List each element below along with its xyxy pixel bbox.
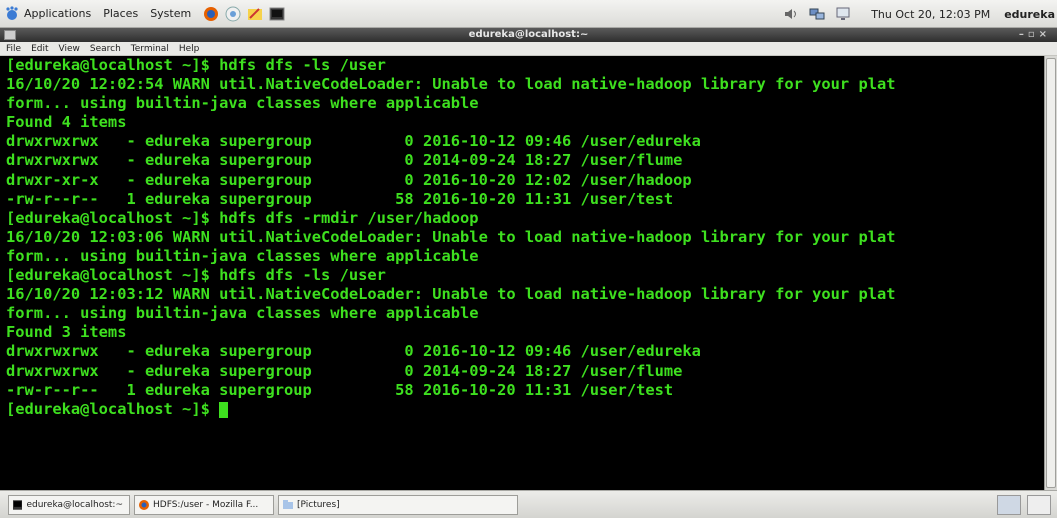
workspace-1[interactable] [997, 495, 1021, 515]
menu-file[interactable]: File [6, 44, 21, 54]
taskbar-label: edureka@localhost:~ [26, 499, 123, 510]
folder-icon [283, 499, 293, 509]
terminal-line: -rw-r--r-- 1 edureka supergroup 58 2016-… [6, 380, 674, 399]
terminal-line: form... using builtin-java classes where… [6, 246, 479, 265]
terminal-line: Found 3 items [6, 323, 127, 342]
taskbar-item-terminal[interactable]: edureka@localhost:~ [8, 494, 130, 515]
menu-terminal[interactable]: Terminal [131, 44, 169, 54]
terminal-line: drwxrwxrwx - edureka supergroup 0 2014-0… [6, 151, 683, 170]
terminal-line: form... using builtin-java classes where… [6, 304, 479, 323]
menu-view[interactable]: View [59, 44, 80, 54]
terminal-scrollbar[interactable] [1044, 56, 1057, 490]
clock[interactable]: Thu Oct 20, 12:03 PM [871, 8, 990, 21]
terminal-launcher-icon[interactable] [269, 6, 285, 22]
terminal-prompt-line[interactable]: [edureka@localhost ~]$ [0, 400, 1044, 419]
menu-applications[interactable]: Applications [24, 7, 91, 20]
workspace-switcher [991, 495, 1051, 515]
firefox-launcher-icon[interactable] [203, 6, 219, 22]
taskbar-item-pictures[interactable]: [Pictures] [278, 494, 518, 515]
taskbar-label: [Pictures] [297, 499, 340, 510]
scrollbar-thumb[interactable] [1046, 58, 1056, 488]
terminal-line: [edureka@localhost ~]$ hdfs dfs -rmdir /… [6, 208, 479, 227]
terminal-line: drwxrwxrwx - edureka supergroup 0 2016-1… [6, 342, 701, 361]
top-panel: Applications Places System Thu Oct 20, 1… [0, 0, 1057, 28]
workspace-2[interactable] [1027, 495, 1051, 515]
maximize-icon[interactable]: ▫ [1028, 29, 1039, 40]
taskbar-item-firefox[interactable]: HDFS:/user - Mozilla F... [134, 494, 274, 515]
panel-menus: Applications Places System [0, 5, 291, 22]
terminal-line: [edureka@localhost ~]$ hdfs dfs -ls /use… [6, 56, 386, 74]
minimize-icon[interactable]: – [1019, 29, 1028, 40]
terminal-line: drwxrwxrwx - edureka supergroup 0 2014-0… [6, 361, 683, 380]
firefox-icon [139, 499, 149, 510]
terminal-output[interactable]: [edureka@localhost ~]$ hdfs dfs -ls /use… [0, 56, 1044, 490]
panel-tray: Thu Oct 20, 12:03 PM edureka [783, 0, 1057, 28]
help-launcher-icon[interactable] [225, 6, 241, 22]
menu-places[interactable]: Places [103, 7, 138, 20]
terminal-line: Found 4 items [6, 113, 127, 132]
gnome-foot-icon [6, 5, 18, 20]
display-icon[interactable] [835, 6, 851, 22]
terminal-cursor [219, 401, 229, 418]
taskbar-label: HDFS:/user - Mozilla F... [153, 499, 259, 510]
window-titlebar[interactable]: edureka@localhost:~ –▫× [0, 28, 1057, 42]
close-icon[interactable]: × [1039, 29, 1051, 40]
user-menu[interactable]: edureka [1004, 8, 1055, 21]
menu-search[interactable]: Search [90, 44, 121, 54]
terminal-menubar: File Edit View Search Terminal Help [0, 42, 1057, 56]
window-title: edureka@localhost:~ [468, 29, 589, 40]
menu-edit[interactable]: Edit [31, 44, 48, 54]
menu-system[interactable]: System [150, 7, 191, 20]
terminal-line: 16/10/20 12:03:12 WARN util.NativeCodeLo… [6, 285, 896, 304]
window-controls: –▫× [1019, 28, 1051, 42]
network-icon[interactable] [809, 6, 825, 22]
terminal-line: drwxrwxrwx - edureka supergroup 0 2016-1… [6, 132, 701, 151]
window-menu-icon[interactable] [4, 30, 16, 40]
terminal-line: 16/10/20 12:02:54 WARN util.NativeCodeLo… [6, 75, 896, 94]
terminal-line: [edureka@localhost ~]$ hdfs dfs -ls /use… [6, 266, 386, 285]
terminal-icon [13, 499, 23, 510]
volume-icon[interactable] [783, 6, 799, 22]
notes-launcher-icon[interactable] [247, 6, 263, 22]
menu-help[interactable]: Help [179, 44, 200, 54]
terminal-line: form... using builtin-java classes where… [6, 94, 479, 113]
terminal-prompt: [edureka@localhost ~]$ [6, 399, 220, 418]
bottom-panel: edureka@localhost:~ HDFS:/user - Mozilla… [0, 490, 1057, 518]
terminal-line: 16/10/20 12:03:06 WARN util.NativeCodeLo… [6, 227, 896, 246]
terminal-line: drwxr-xr-x - edureka supergroup 0 2016-1… [6, 170, 692, 189]
terminal-line: -rw-r--r-- 1 edureka supergroup 58 2016-… [6, 189, 674, 208]
